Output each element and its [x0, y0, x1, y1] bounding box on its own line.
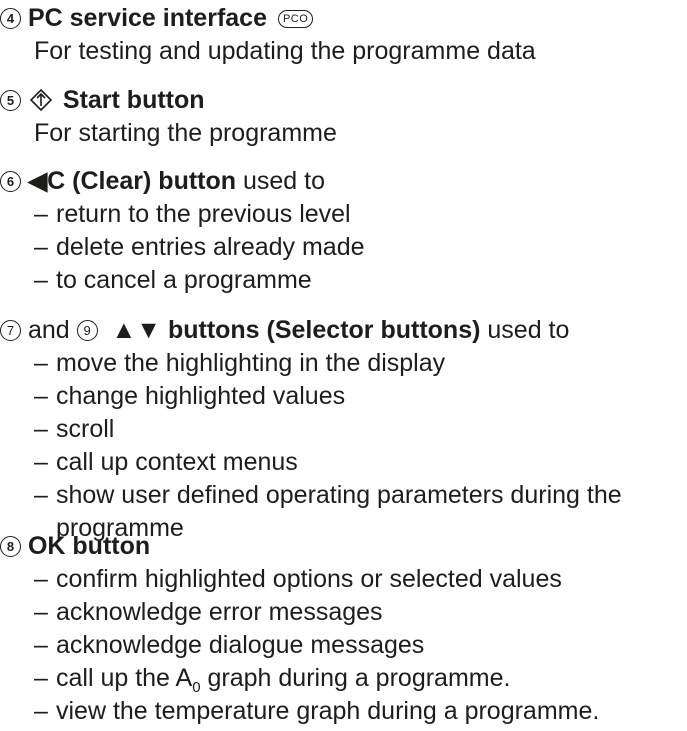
- section-heading: 5 Start button: [0, 84, 687, 117]
- list-item-text: move the highlighting in the display: [56, 349, 446, 377]
- list-item-text: call up the A: [56, 664, 193, 692]
- section-selector-buttons: 7 and 9 ▲▼ buttons (Selector buttons) us…: [0, 314, 687, 545]
- list-item-text: graph during a programme.: [200, 664, 511, 692]
- dash-bullet: –: [34, 200, 48, 228]
- list-item: – move the highlighting in the display: [34, 347, 687, 380]
- dash-bullet: –: [34, 664, 48, 692]
- section-clear-button: 6 ◀C (Clear) button used to – return to t…: [0, 165, 687, 297]
- dash-bullet: –: [34, 266, 48, 294]
- list-item: – acknowledge dialogue messages: [34, 629, 687, 662]
- section-pc-service-interface: 4 PC service interface PCO For testing a…: [0, 2, 687, 68]
- section-heading: 6 ◀C (Clear) button used to: [0, 165, 687, 198]
- list-item-text: call up context menus: [56, 448, 298, 476]
- start-icon: [29, 89, 52, 111]
- pco-badge-icon: PCO: [277, 10, 314, 28]
- section-description: For testing and updating the programme d…: [34, 37, 536, 65]
- number-9-icon: 9: [76, 320, 98, 341]
- dash-bullet: –: [34, 631, 48, 659]
- list-item: – confirm highlighted options or selected…: [34, 563, 687, 596]
- list-item: – return to the previous level: [34, 198, 687, 231]
- selector-buttons-list: – move the highlighting in the display – c…: [0, 347, 687, 545]
- section-start-button: 5 Start button For starting the programm…: [0, 84, 687, 150]
- clear-button-list: – return to the previous level – delete en…: [0, 198, 687, 297]
- heading-ok-button: OK button: [27, 532, 151, 560]
- dash-bullet: –: [34, 481, 48, 509]
- list-item: – to cancel a programme: [34, 264, 687, 297]
- list-item: – scroll: [34, 413, 687, 446]
- number-4-icon: 4: [0, 8, 21, 29]
- list-item-text: scroll: [56, 415, 115, 443]
- list-item: – delete entries already made: [34, 231, 687, 264]
- heading-suffix: used to: [236, 167, 325, 195]
- list-item-text: acknowledge dialogue messages: [56, 631, 425, 659]
- section-heading: 7 and 9 ▲▼ buttons (Selector buttons) us…: [0, 314, 687, 347]
- dash-bullet: –: [34, 565, 48, 593]
- list-item-text: to cancel a programme: [56, 266, 312, 294]
- dash-bullet: –: [34, 349, 48, 377]
- list-item: – call up the A0 graph during a programme…: [34, 662, 687, 695]
- dash-bullet: –: [34, 598, 48, 626]
- heading-selector-buttons: ▲▼ buttons (Selector buttons): [111, 316, 481, 344]
- a0-subscript: 0: [192, 679, 201, 696]
- ok-button-list: – confirm highlighted options or selected…: [0, 563, 687, 728]
- list-item-text: return to the previous level: [56, 200, 351, 228]
- dash-bullet: –: [34, 415, 48, 443]
- heading-suffix: used to: [480, 316, 570, 344]
- heading-clear-button: ◀C (Clear) button: [27, 167, 237, 195]
- list-item-text: show user defined operating parameters d…: [56, 481, 622, 509]
- dash-bullet: –: [34, 448, 48, 476]
- section-heading: 8 OK button: [0, 530, 687, 563]
- list-item: – call up context menus: [34, 446, 687, 479]
- number-5-icon: 5: [0, 90, 21, 111]
- list-item: – view the temperature graph during a pro…: [34, 695, 687, 728]
- list-item-text: acknowledge error messages: [56, 598, 383, 626]
- number-8-icon: 8: [0, 536, 21, 557]
- dash-bullet: –: [34, 382, 48, 410]
- list-item-text: delete entries already made: [56, 233, 365, 261]
- list-item-text: change highlighted values: [56, 382, 346, 410]
- dash-bullet: –: [34, 233, 48, 261]
- section-heading: 4 PC service interface PCO: [0, 2, 687, 35]
- section-description: For starting the programme: [34, 119, 337, 147]
- section-ok-button: 8 OK button – confirm highlighted options…: [0, 530, 687, 728]
- heading-and: and: [21, 316, 77, 344]
- list-item: – acknowledge error messages: [34, 596, 687, 629]
- heading-pc-service-interface: PC service interface: [27, 4, 267, 32]
- number-6-icon: 6: [0, 171, 21, 192]
- list-item: – change highlighted values: [34, 380, 687, 413]
- list-item-text: confirm highlighted options or selected …: [56, 565, 562, 593]
- dash-bullet: –: [34, 697, 48, 725]
- heading-start-button: Start button: [62, 86, 205, 114]
- number-7-icon: 7: [0, 320, 21, 341]
- list-item-text: view the temperature graph during a prog…: [56, 697, 600, 725]
